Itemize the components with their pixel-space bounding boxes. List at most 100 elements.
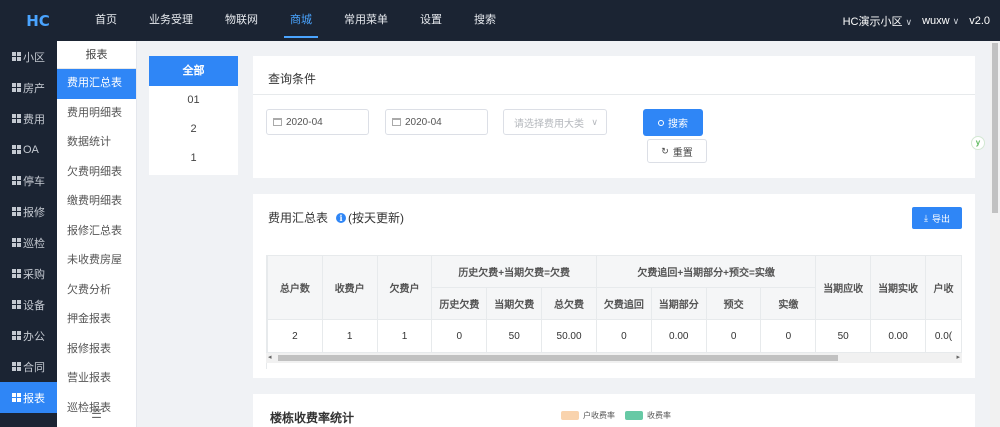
logo[interactable]: HC [0,12,76,30]
th-paid-households: 收费户 [321,255,378,320]
table-cell: 0.00 [870,319,926,353]
th-total-households: 总户数 [267,255,323,320]
sidebar-item-repair[interactable]: 报修 [0,196,57,227]
sidebar-item-fee[interactable]: 费用 [0,103,57,134]
table-cell: 0 [595,319,652,353]
fee-type-placeholder: 请选择费用大类 [514,118,584,130]
calendar-icon [392,118,401,126]
building-fee-rate-card: 楼栋收费率统计 户收费率 收费率 [253,394,975,427]
legend-label: 收费率 [647,411,671,420]
nav-home[interactable]: 首页 [79,0,133,41]
sidebar-item-reports[interactable]: 报表 [0,382,57,413]
reset-button[interactable]: ↻ 重置 [647,139,707,163]
scrollbar-thumb[interactable] [278,355,838,361]
sidebar-item-inspection[interactable]: 巡检 [0,227,57,258]
report-submenu: 报表 费用汇总表 费用明细表 数据统计 欠费明细表 缴费明细表 报修汇总表 未收… [57,41,137,427]
chevron-down-icon: ∨ [905,16,913,27]
hamburger-icon[interactable]: ☰ [57,407,136,421]
grid-icon [12,52,21,61]
username: wuxw [922,14,950,27]
scrollbar-thumb[interactable] [992,43,998,213]
submenu-item[interactable]: 押金报表 [57,305,136,335]
community-filter-item[interactable]: 1 [149,144,238,173]
sidebar-item-contract[interactable]: 合同 [0,351,57,382]
stats-title: 楼栋收费率统计 [270,411,355,425]
nav-settings[interactable]: 设置 [404,0,458,41]
summary-title: 费用汇总表 [268,211,329,225]
table-cell: 1 [376,319,433,353]
query-card: 查询条件 2020-04 2020-04 请选择费用大类 ∨ 搜索 ↻ 重置 [253,56,975,178]
assistant-badge-icon[interactable]: y [971,136,985,150]
top-right-area: HC演示小区 ∨ wuxw ∨ v2.0 [843,13,1000,29]
nav-iot[interactable]: 物联网 [209,0,274,41]
community-filter-item[interactable]: 01 [149,86,238,115]
fee-type-select[interactable]: 请选择费用大类 ∨ [503,109,607,135]
submenu-item[interactable]: 数据统计 [57,128,136,158]
community-filter-item[interactable]: 2 [149,115,238,144]
sidebar-item-label: 费用 [23,113,45,126]
sidebar-item-oa[interactable]: OA [0,134,57,165]
grid-icon [12,300,21,309]
search-button[interactable]: 搜索 [643,109,703,136]
sidebar-item-equipment[interactable]: 设备 [0,289,57,320]
grid-icon [12,362,21,371]
submenu-item[interactable]: 未收费房屋 [57,246,136,276]
sidebar-item-purchase[interactable]: 采购 [0,258,57,289]
start-date-input[interactable]: 2020-04 [266,109,369,135]
nav-mall[interactable]: 商城 [274,0,328,41]
nav-search[interactable]: 搜索 [458,0,512,41]
table-cell: 50 [815,319,872,353]
scroll-right-icon[interactable]: ▸ [956,353,960,361]
grid-icon [12,269,21,278]
sidebar-item-office[interactable]: 办公 [0,320,57,351]
nav-business[interactable]: 业务受理 [133,0,209,41]
summary-table-wrapper[interactable]: 总户数 收费户 欠费户 历史欠费+当期欠费=欠费 欠费追回+当期部分+预交=实缴… [266,255,962,369]
sidebar-item-label: 房产 [23,82,45,95]
legend-item[interactable]: 收费率 [625,410,671,421]
table-cell: 2 [267,319,323,353]
start-date-value: 2020-04 [286,116,323,128]
table-horizontal-scrollbar[interactable]: ◂ ▸ [266,353,962,363]
export-button-label: 导出 [931,213,950,224]
community-filter-all[interactable]: 全部 [149,56,238,86]
reset-button-label: 重置 [672,147,693,159]
table-cell: 0 [705,319,762,353]
community-switcher[interactable]: HC演示小区 ∨ [843,13,912,29]
submenu-item[interactable]: 费用汇总表 [57,69,136,99]
sidebar-item-community[interactable]: 小区 [0,41,57,72]
submenu-item[interactable]: 报修报表 [57,335,136,365]
sidebar-item-property[interactable]: 房产 [0,72,57,103]
submenu-title: 报表 [57,41,136,69]
chevron-down-icon: ∨ [952,15,960,26]
export-button[interactable]: ⤓ 导出 [912,207,962,229]
user-menu[interactable]: wuxw ∨ [922,15,959,27]
page-vertical-scrollbar[interactable] [990,41,1000,427]
sidebar-item-label: 设备 [23,299,45,312]
scroll-left-icon[interactable]: ◂ [268,353,272,361]
submenu-item[interactable]: 欠费明细表 [57,158,136,188]
end-date-input[interactable]: 2020-04 [385,109,488,135]
submenu-item[interactable]: 报修汇总表 [57,217,136,247]
grid-icon [12,145,21,154]
th-current-owing: 当期欠费 [486,287,543,320]
th-current-received: 当期实收 [870,255,926,320]
submenu-item[interactable]: 营业报表 [57,364,136,394]
sidebar: 小区 房产 费用 OA 停车 报修 巡检 采购 设备 办公 合同 报表 [0,41,57,427]
info-icon[interactable]: i [336,212,347,223]
sidebar-item-parking[interactable]: 停车 [0,165,57,196]
top-navbar: HC 首页 业务受理 物联网 商城 常用菜单 设置 搜索 HC演示小区 ∨ wux… [0,0,1000,41]
nav-common-menu[interactable]: 常用菜单 [328,0,404,41]
sidebar-item-label: 小区 [23,51,45,64]
grid-icon [12,393,21,402]
calendar-icon [273,118,282,126]
grid-icon [12,238,21,247]
legend-item[interactable]: 户收费率 [561,410,615,421]
submenu-item[interactable]: 费用明细表 [57,99,136,129]
submenu-item[interactable]: 欠费分析 [57,276,136,306]
sidebar-item-label: 办公 [23,330,45,343]
th-group-owing: 历史欠费+当期欠费=欠费 [431,255,597,288]
legend-swatch [561,411,579,421]
submenu-item[interactable]: 缴费明细表 [57,187,136,217]
th-actual-paid: 实缴 [760,287,817,320]
table-cell: 50 [486,319,543,353]
